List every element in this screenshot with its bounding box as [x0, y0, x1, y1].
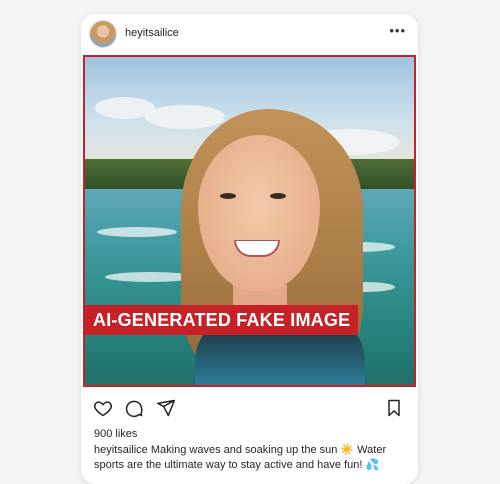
- post-actions: [81, 394, 418, 424]
- post-username[interactable]: heyitsailice: [125, 27, 179, 39]
- post-caption: heyitsailice Making waves and soaking up…: [94, 443, 406, 473]
- image-face: [198, 135, 320, 291]
- like-count[interactable]: 900 likes: [94, 428, 137, 440]
- caption-username[interactable]: heyitsailice: [94, 444, 148, 456]
- bookmark-icon[interactable]: [384, 398, 404, 418]
- image-eye: [270, 193, 286, 199]
- share-icon[interactable]: [156, 398, 176, 418]
- post-header: heyitsailice •••: [81, 14, 418, 54]
- post-card: heyitsailice ••• AI-GENERATED FAKE IMAGE: [81, 14, 418, 484]
- image-eye: [220, 193, 236, 199]
- more-options-icon[interactable]: •••: [389, 24, 406, 37]
- comment-icon[interactable]: [124, 398, 144, 418]
- image-cloud: [145, 105, 225, 129]
- image-wave: [97, 227, 177, 237]
- post-image[interactable]: AI-GENERATED FAKE IMAGE: [83, 55, 416, 387]
- avatar[interactable]: [90, 21, 116, 47]
- ai-fake-badge: AI-GENERATED FAKE IMAGE: [85, 305, 359, 335]
- heart-icon[interactable]: [93, 398, 113, 418]
